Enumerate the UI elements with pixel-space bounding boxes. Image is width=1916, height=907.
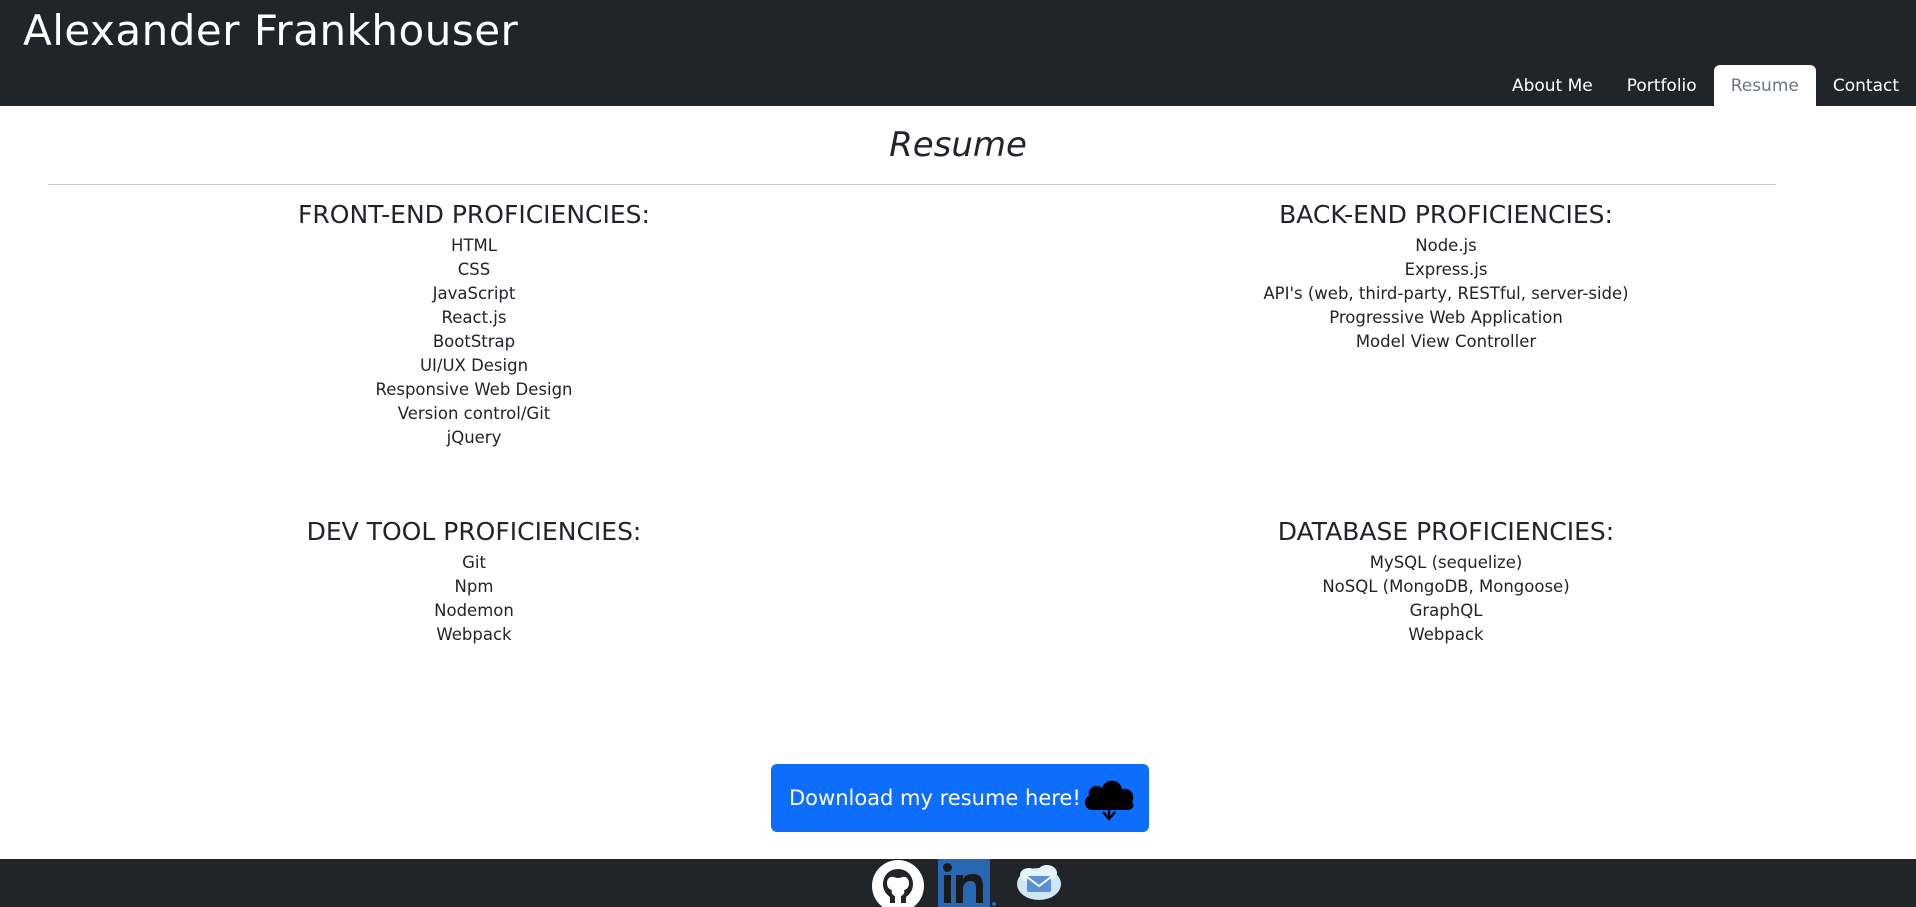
list-item: Responsive Web Design — [375, 380, 573, 399]
github-icon[interactable] — [871, 859, 925, 907]
list-item: Git — [462, 553, 486, 572]
list-item: HTML — [451, 236, 497, 255]
list-item: JavaScript — [432, 284, 516, 303]
list-item: Version control/Git — [397, 404, 551, 423]
list-item: MySQL (sequelize) — [1369, 553, 1523, 572]
nav-about-me[interactable]: About Me — [1495, 65, 1610, 106]
list-item: Webpack — [1408, 625, 1484, 644]
front-end-section: FRONT-END PROFICIENCIES: HTML CSS JavaSc… — [174, 200, 774, 450]
list-item: Progressive Web Application — [1329, 308, 1563, 327]
list-item: Model View Controller — [1355, 332, 1537, 351]
list-item: Express.js — [1404, 260, 1488, 279]
site-header: Alexander Frankhouser About Me Portfolio… — [0, 0, 1916, 106]
nav-portfolio[interactable]: Portfolio — [1610, 65, 1714, 106]
download-resume-button[interactable]: Download my resume here! — [771, 764, 1149, 832]
page-title: Resume — [889, 125, 1027, 165]
skill-list: MySQL (sequelize) NoSQL (MongoDB, Mongoo… — [1146, 551, 1746, 647]
list-item: Nodemon — [434, 601, 514, 620]
list-item: NoSQL (MongoDB, Mongoose) — [1322, 577, 1570, 596]
nav-resume[interactable]: Resume — [1713, 65, 1816, 106]
email-icon[interactable] — [1015, 863, 1063, 903]
skill-list: HTML CSS JavaScript React.js BootStrap U… — [174, 234, 774, 450]
list-item: Webpack — [436, 625, 512, 644]
list-item: GraphQL — [1409, 601, 1483, 620]
site-title: Alexander Frankhouser — [23, 6, 519, 55]
list-item: API's (web, third-party, RESTful, server… — [1263, 284, 1629, 303]
list-item: UI/UX Design — [419, 356, 529, 375]
cloud-download-icon — [1084, 780, 1134, 821]
download-label: Download my resume here! — [789, 786, 1081, 810]
site-footer — [0, 859, 1916, 907]
skill-list: Git Npm Nodemon Webpack — [174, 551, 774, 647]
nav-contact[interactable]: Contact — [1816, 65, 1916, 106]
section-title: DATABASE PROFICIENCIES: — [1277, 517, 1615, 546]
back-end-section: BACK-END PROFICIENCIES: Node.js Express.… — [1146, 200, 1746, 354]
linkedin-icon[interactable] — [938, 859, 998, 907]
list-item: jQuery — [446, 428, 502, 447]
list-item: Npm — [454, 577, 494, 596]
divider — [48, 184, 1776, 185]
section-title: DEV TOOL PROFICIENCIES: — [306, 517, 642, 546]
list-item: React.js — [441, 308, 507, 327]
dev-tools-section: DEV TOOL PROFICIENCIES: Git Npm Nodemon … — [174, 517, 774, 647]
skill-list: Node.js Express.js API's (web, third-par… — [1146, 234, 1746, 354]
section-title: FRONT-END PROFICIENCIES: — [298, 200, 650, 229]
list-item: BootStrap — [432, 332, 516, 351]
database-section: DATABASE PROFICIENCIES: MySQL (sequelize… — [1146, 517, 1746, 647]
list-item: Node.js — [1415, 236, 1477, 255]
list-item: CSS — [457, 260, 491, 279]
main-nav: About Me Portfolio Resume Contact — [1495, 65, 1916, 106]
section-title: BACK-END PROFICIENCIES: — [1279, 200, 1613, 229]
